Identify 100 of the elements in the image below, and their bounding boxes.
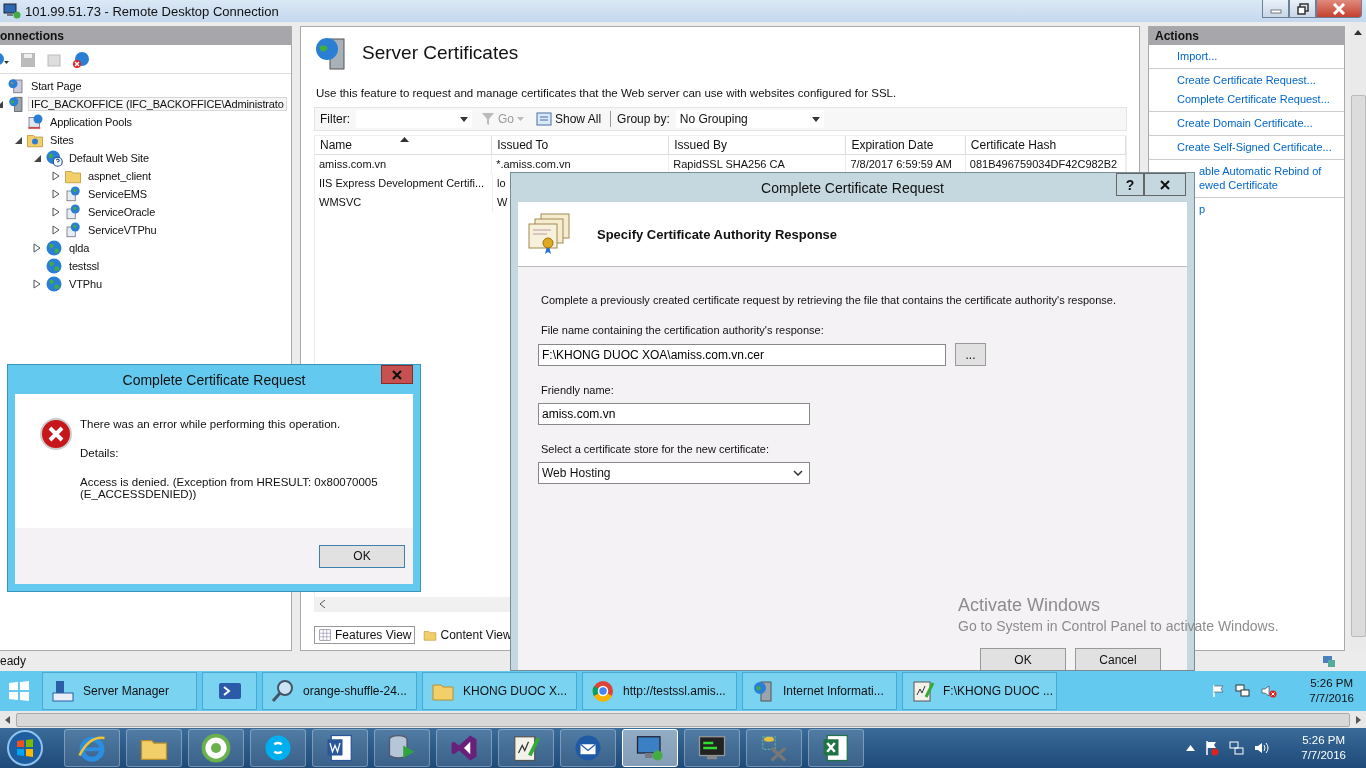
taskbar-button[interactable] [808, 729, 864, 767]
taskbar-icon[interactable] [202, 672, 257, 710]
scroll-right-icon[interactable] [1354, 715, 1362, 724]
file-name-field[interactable]: F:\KHONG DUOC XOA\amiss.com.vn.cer [538, 343, 946, 366]
globe-icon [45, 257, 63, 275]
action-link[interactable]: p [1199, 202, 1344, 216]
disconnect-icon[interactable] [72, 51, 90, 69]
expand-arrow-icon[interactable] [52, 171, 60, 181]
details-label: Details: [80, 447, 120, 459]
status-text: eady [0, 654, 27, 668]
scroll-up-icon[interactable] [1354, 30, 1362, 35]
expand-arrow-icon[interactable] [52, 189, 60, 199]
tree-item[interactable]: Sites [47, 133, 77, 147]
tree-item[interactable]: IFC_BACKOFFICE (IFC_BACKOFFICE\Administrato [28, 97, 287, 111]
group-by-dropdown[interactable]: No Grouping [675, 110, 824, 128]
column-header[interactable]: Issued By [669, 136, 847, 154]
speaker-icon[interactable] [1254, 740, 1271, 756]
page-title: Server Certificates [362, 42, 519, 64]
start-orb-icon[interactable] [6, 729, 44, 767]
ok-button[interactable]: OK [319, 544, 405, 568]
ok-button[interactable]: OK [980, 648, 1066, 670]
network-icon[interactable] [1235, 684, 1252, 698]
taskbar-button[interactable]: Internet Informati... [742, 672, 897, 710]
expand-arrow-icon[interactable] [33, 243, 41, 253]
view-tab[interactable]: Features View [314, 626, 416, 644]
action-link[interactable]: Create Self-Signed Certificate... [1177, 140, 1344, 154]
network-icon[interactable] [1229, 740, 1246, 756]
action-link[interactable]: Import... [1177, 49, 1344, 63]
close-icon [1160, 179, 1170, 190]
dialog-title: Complete Certificate Request [761, 179, 944, 196]
taskbar-button[interactable] [312, 729, 368, 767]
close-button[interactable] [1144, 173, 1186, 196]
tree-item[interactable]: ServiceEMS [85, 187, 151, 201]
taskbar-button[interactable]: orange-shuffle-24... [262, 672, 417, 710]
tree-item[interactable]: Default Web Site [66, 151, 152, 165]
close-button[interactable] [1316, 0, 1362, 18]
taskbar-button[interactable] [188, 729, 244, 767]
browser-icon [591, 679, 615, 703]
list-icon [536, 112, 552, 126]
column-header[interactable]: Name [315, 136, 493, 154]
action-link[interactable]: able Automatic Rebind of ewed Certificate [1199, 164, 1344, 192]
taskbar-button[interactable] [560, 729, 616, 767]
tree-item[interactable]: Start Page [28, 79, 85, 93]
tree-item[interactable]: VTPhu [66, 277, 105, 291]
tree-item[interactable]: ServiceOracle [85, 205, 159, 219]
close-button[interactable] [381, 365, 413, 384]
speaker-muted-icon[interactable] [1261, 684, 1278, 698]
tree-item[interactable]: qlda [66, 241, 93, 255]
flag-icon[interactable] [1204, 740, 1221, 756]
cancel-button[interactable]: Cancel [1075, 648, 1161, 670]
taskbar-button[interactable] [126, 729, 182, 767]
minimize-button[interactable] [1262, 0, 1289, 18]
filter-field[interactable] [356, 110, 472, 128]
pane-header: onnections [0, 27, 291, 45]
scroll-left-icon[interactable] [319, 600, 327, 608]
column-header[interactable]: Issued To [492, 136, 670, 154]
store-dropdown[interactable]: Web Hosting [538, 462, 810, 484]
action-link[interactable]: Create Domain Certificate... [1177, 116, 1344, 130]
collapse-arrow-icon[interactable] [13, 135, 23, 145]
tree-item[interactable]: testssl [66, 259, 103, 273]
browse-button[interactable]: ... [955, 343, 986, 366]
field-label: Friendly name: [541, 384, 615, 396]
globe-icon [45, 275, 63, 293]
server-manager-icon [51, 679, 75, 703]
help-button[interactable]: ? [1116, 173, 1144, 196]
taskbar-button[interactable]: KHONG DUOC X... [422, 672, 577, 710]
restore-button[interactable] [1289, 0, 1316, 18]
taskbar-button[interactable] [498, 729, 554, 767]
chat-icon [263, 733, 293, 763]
clock-time: 5:26 PM [1310, 676, 1354, 691]
taskbar-button[interactable]: F:\KHONG DUOC ... [902, 672, 1057, 710]
taskbar-button[interactable]: http://testssl.amis... [582, 672, 737, 710]
action-link[interactable]: Complete Certificate Request... [1177, 92, 1344, 106]
tree-item[interactable]: Application Pools [47, 115, 135, 129]
dropdown-arrow-icon [517, 117, 524, 121]
server-icon [7, 95, 25, 113]
remote-desktop-icon [635, 733, 665, 763]
code-editor-icon [449, 733, 479, 763]
expand-arrow-icon[interactable] [33, 279, 41, 289]
column-header[interactable]: Certificate Hash [965, 136, 1126, 154]
web-app-icon [64, 185, 82, 203]
expand-arrow-icon[interactable] [52, 225, 60, 235]
show-hidden-icons-icon[interactable] [1186, 745, 1196, 751]
tree-item[interactable]: ServiceVTPhu [85, 223, 160, 237]
scroll-left-icon[interactable] [4, 715, 12, 724]
collapse-arrow-icon[interactable] [32, 153, 42, 163]
tree-item[interactable]: aspnet_client [85, 169, 154, 183]
pane-header: Actions [1149, 27, 1344, 45]
action-link[interactable]: Create Certificate Request... [1177, 73, 1344, 87]
expand-arrow-icon[interactable] [52, 207, 60, 217]
taskbar-button[interactable] [684, 729, 740, 767]
server-icon [751, 679, 775, 703]
taskbar-button[interactable]: Server Manager [42, 672, 197, 710]
close-icon [1332, 2, 1346, 15]
column-header[interactable]: Expiration Date [846, 136, 966, 154]
taskbar-button[interactable] [622, 729, 678, 767]
horizontal-scrollbar[interactable] [0, 711, 1366, 728]
friendly-name-field[interactable]: amiss.com.vn [538, 403, 810, 425]
clock-date: 7/7/2016 [1309, 691, 1354, 706]
show-all-button[interactable]: Show All [533, 112, 605, 126]
